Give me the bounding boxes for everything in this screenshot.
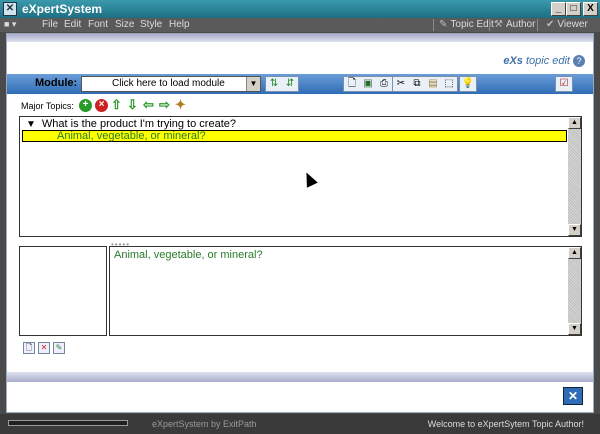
maximize-button[interactable]: □ [566,2,581,16]
status-bar: eXpertSystem by ExitPath Welcome to eXpe… [0,414,600,434]
app-window: ✕ eXpertSystem _ □ X ■ ▾ File Edit Font … [0,0,600,434]
module-select[interactable]: Click here to load module ▼ [81,76,261,92]
title-bar: ✕ eXpertSystem _ □ X [0,0,600,18]
collapse-triangle-icon[interactable]: ▼ [26,119,36,130]
print-icon[interactable]: ⎙ [376,77,392,91]
scroll-up-icon[interactable]: ▲ [568,117,581,129]
topic-question-text: What is the product I'm trying to create… [41,118,236,130]
paste-icon[interactable]: ▤ [425,77,441,91]
app-icon[interactable]: ✕ [3,2,17,16]
edit-toolbar: ✂ ⧉ ▤ ⬚ [392,76,458,92]
mode-viewer-label: Viewer [557,19,588,30]
delete-image-icon[interactable]: ✕ [38,342,50,354]
scroll-track[interactable] [568,259,581,323]
module-label: Module: [35,77,78,89]
main-panel: eXs topic edit? Module: Click here to lo… [6,33,594,413]
menu-help[interactable]: Help [169,19,190,30]
move-down-icon[interactable]: ⇩ [127,98,138,112]
move-right-icon[interactable]: ⇨ [159,98,170,112]
progress-bar [8,420,128,426]
footer-band [7,372,593,382]
module-select-value: Click here to load module [112,78,225,89]
module-toolbar: Module: Click here to load module ▼ ⇅ ⇵ … [7,74,593,94]
move-left-icon[interactable]: ⇦ [143,98,154,112]
credit-text: eXpertSystem by ExitPath [152,419,257,429]
mode-author[interactable]: ⚒ Author [494,19,535,30]
select-icon[interactable]: ⬚ [441,77,457,91]
sort-down-icon[interactable]: ⇵ [282,77,298,91]
checklist-icon[interactable]: ☑ [556,77,572,91]
mode-topic-edit-label: Topic Edit [450,19,494,30]
scroll-down-icon[interactable]: ▼ [568,323,581,335]
help-icon[interactable]: ? [573,55,585,67]
close-button[interactable]: X [583,2,598,16]
add-image-icon[interactable]: 🗋 [23,342,35,354]
delete-topic-icon[interactable]: × [95,99,108,112]
scroll-up-icon[interactable]: ▲ [568,247,581,259]
topic-detail-editor[interactable]: Animal, vegetable, or mineral? ▲ ▼ [109,246,582,336]
welcome-text: Welcome to eXpertSytem Topic Author! [427,419,584,429]
brand-prefix: eXs [503,55,523,67]
move-up-icon[interactable]: ⇧ [111,98,122,112]
sort-up-icon[interactable]: ⇅ [266,77,282,91]
chevron-down-icon[interactable]: ▼ [246,77,260,91]
topic-item-selected[interactable]: Animal, vegetable, or mineral? [22,130,567,142]
pencil-icon: ✎ [439,19,448,30]
menu-file[interactable]: File [42,19,58,30]
system-menu-icon[interactable]: ■ ▾ [4,19,26,31]
add-topic-icon[interactable]: + [79,99,92,112]
menu-style[interactable]: Style [140,19,162,30]
check-icon: ✔ [546,19,555,30]
save-icon[interactable]: ▣ [360,77,376,91]
brand-suffix: topic edit [522,55,570,67]
window-title: eXpertSystem [22,2,103,16]
topic-tree[interactable]: ▼ What is the product I'm trying to creat… [19,116,582,237]
scroll-track[interactable] [568,129,581,224]
menu-bar: ■ ▾ File Edit Font Size Style Help ✎ Topi… [0,18,600,32]
scroll-down-icon[interactable]: ▼ [568,224,581,236]
menu-separator [489,19,490,31]
mode-viewer[interactable]: ✔ Viewer [546,19,588,30]
tree-scrollbar[interactable]: ▲ ▼ [568,117,581,236]
tools-icon: ⚒ [494,19,503,30]
copy-icon[interactable]: ⧉ [409,77,425,91]
sort-toolbar: ⇅ ⇵ [265,76,299,92]
minimize-button[interactable]: _ [551,2,566,16]
detail-scrollbar[interactable]: ▲ ▼ [568,247,581,335]
exs-logo-icon[interactable]: ✕ [563,387,583,405]
brand-label: eXs topic edit? [503,55,585,67]
major-topics-label: Major Topics: [21,101,74,111]
file-toolbar: 🗋 ▣ ⎙ [343,76,393,92]
mode-topic-edit[interactable]: ✎ Topic Edit [439,19,494,30]
new-file-icon[interactable]: 🗋 [344,77,360,91]
topic-question[interactable]: ▼ What is the product I'm trying to creat… [26,118,236,130]
cut-icon[interactable]: ✂ [393,77,409,91]
lightbulb-icon[interactable]: 💡 [460,77,476,91]
topic-detail-text: Animal, vegetable, or mineral? [114,249,263,261]
menu-separator [433,19,434,31]
tip-toolbar: 💡 [459,76,477,92]
properties-icon[interactable]: ✦ [175,98,186,112]
check-toolbar: ☑ [555,76,573,92]
menu-font[interactable]: Font [88,19,108,30]
image-toolbar: 🗋 ✕ ✎ [23,342,65,354]
edit-image-icon[interactable]: ✎ [53,342,65,354]
mode-author-label: Author [505,19,536,30]
header-band [7,34,593,42]
menu-separator [537,19,538,31]
menu-edit[interactable]: Edit [64,19,81,30]
image-pane[interactable] [19,246,107,336]
menu-size[interactable]: Size [115,19,134,30]
